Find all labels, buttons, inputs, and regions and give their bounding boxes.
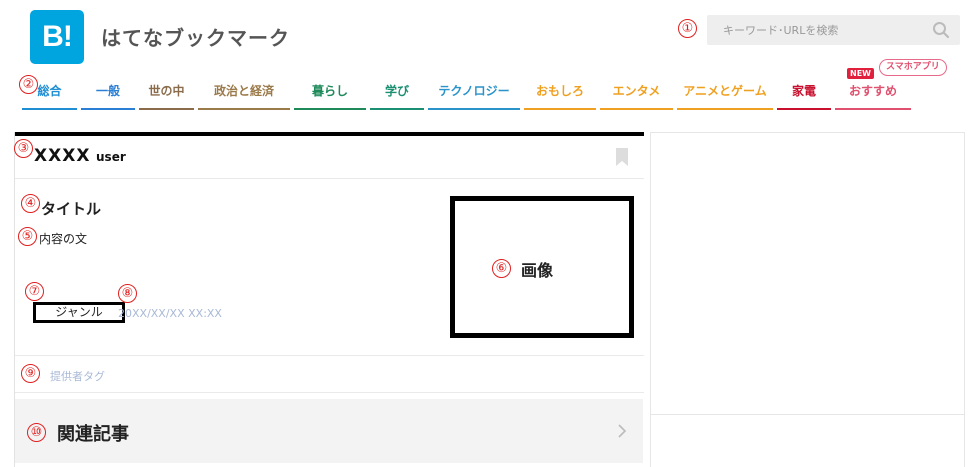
nav-item-label: テクノロジー — [438, 84, 510, 98]
nav-item-11[interactable]: 家電 — [775, 80, 833, 112]
provider-tag[interactable]: 提供者タグ — [50, 368, 105, 384]
nav-item-label: エンタメ — [612, 84, 661, 98]
marker-10: ⑩ — [27, 423, 46, 442]
nav-item-underline — [428, 108, 520, 110]
marker-7: ⑦ — [25, 282, 44, 301]
site-name[interactable]: はてなブックマーク — [101, 22, 290, 51]
nav-item-label: 暮らし — [311, 84, 348, 98]
nav-item-12[interactable]: おすすめ — [833, 80, 913, 112]
search-icon[interactable] — [932, 21, 950, 39]
card-top-border — [14, 132, 644, 136]
entry-date: 20XX/XX/XX XX:XX — [118, 307, 222, 320]
nav-item-label: 世の中 — [148, 84, 185, 98]
nav-item-underline — [835, 108, 911, 110]
nav-item-label: 総合 — [37, 84, 62, 98]
new-badge: NEW — [847, 68, 874, 79]
user-count-unit: user — [96, 150, 126, 164]
nav-item-1[interactable]: 総合 — [20, 80, 79, 112]
nav-item-underline — [139, 108, 194, 110]
nav-item-underline — [81, 108, 135, 110]
nav-item-underline — [677, 108, 773, 110]
marker-6: ⑥ — [492, 259, 511, 278]
entry-title[interactable]: タイトル — [41, 198, 101, 219]
nav-item-7[interactable]: テクノロジー — [426, 80, 522, 112]
separator — [15, 392, 644, 393]
nav-item-underline — [600, 108, 673, 110]
category-nav: 総合 一般 世の中 政治と経済 暮らし 学び テクノロジー おもしろ エンタメ アニメとゲーム 家電… — [20, 80, 955, 112]
bookmark-icon[interactable] — [616, 148, 628, 166]
marker-1: ① — [678, 19, 697, 38]
nav-item-label: 家電 — [791, 84, 816, 98]
nav-item-underline — [198, 108, 290, 110]
marker-9: ⑨ — [21, 364, 40, 383]
nav-item-underline — [294, 108, 366, 110]
smartphone-app-badge[interactable]: スマホアプリ — [879, 59, 947, 76]
sidebar-panel — [650, 132, 965, 467]
nav-item-label: おすすめ — [848, 84, 897, 98]
nav-item-label: 学び — [384, 84, 409, 98]
nav-item-8[interactable]: おもしろ — [522, 80, 598, 112]
sidebar-separator — [651, 414, 964, 415]
marker-5: ⑤ — [18, 227, 37, 246]
image-label: 画像 — [521, 261, 554, 280]
nav-item-4[interactable]: 政治と経済 — [196, 80, 292, 112]
hatena-bookmark-logo[interactable]: B! — [30, 10, 84, 64]
marker-3: ③ — [14, 139, 33, 158]
nav-item-6[interactable]: 学び — [368, 80, 426, 112]
marker-8: ⑧ — [118, 284, 137, 303]
nav-item-underline — [22, 108, 77, 110]
nav-item-label: アニメとゲーム — [683, 84, 767, 98]
user-count[interactable]: XXXX user — [34, 146, 126, 166]
nav-item-label: 一般 — [95, 84, 120, 98]
related-articles-link[interactable]: ⑩ 関連記事 — [15, 399, 643, 463]
nav-item-underline — [370, 108, 424, 110]
separator — [15, 355, 644, 356]
nav-item-2[interactable]: 一般 — [79, 80, 137, 112]
user-count-value: XXXX — [34, 146, 91, 166]
search-box[interactable] — [707, 15, 960, 45]
nav-item-underline — [524, 108, 596, 110]
search-input[interactable] — [707, 15, 927, 45]
entry-image[interactable]: ⑥ 画像 — [450, 196, 634, 338]
entry-card: ③ XXXX user ④ タイトル ⑤ 内容の文 ⑦ ジャンル ⑧ 20XX/… — [14, 132, 644, 467]
related-articles-label: 関連記事 — [57, 424, 129, 445]
chevron-right-icon — [618, 424, 627, 438]
nav-item-5[interactable]: 暮らし — [292, 80, 368, 112]
nav-item-underline — [777, 108, 831, 110]
nav-item-label: 政治と経済 — [213, 84, 274, 98]
nav-item-9[interactable]: エンタメ — [598, 80, 675, 112]
nav-item-label: おもしろ — [535, 84, 584, 98]
separator — [15, 178, 644, 179]
nav-item-3[interactable]: 世の中 — [137, 80, 196, 112]
genre-label[interactable]: ジャンル — [33, 302, 125, 323]
entry-body: 内容の文 — [39, 232, 88, 246]
marker-4: ④ — [21, 194, 40, 213]
nav-item-10[interactable]: アニメとゲーム — [675, 80, 775, 112]
